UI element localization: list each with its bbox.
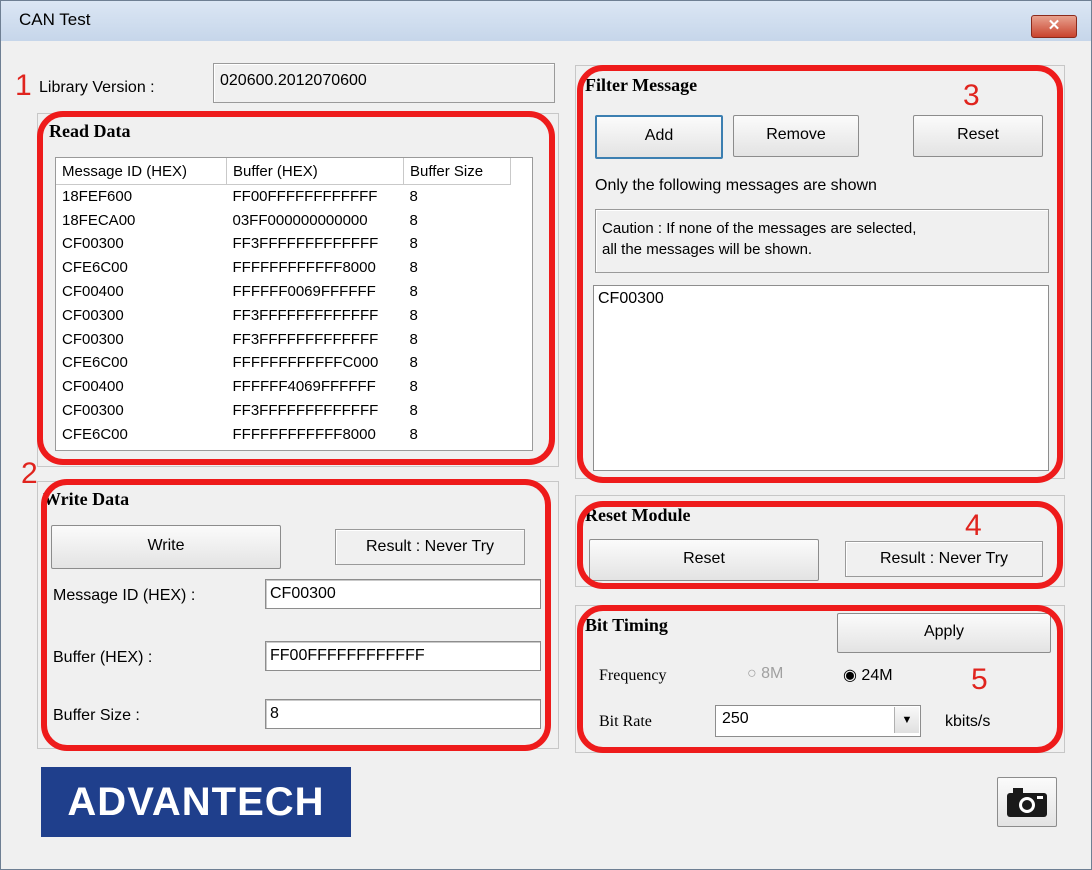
camera-button[interactable] <box>997 777 1057 827</box>
annotation-box-3 <box>577 65 1063 483</box>
library-version-label: Library Version : <box>39 79 155 96</box>
annotation-number-1: 1 <box>15 69 32 102</box>
annotation-box-1 <box>37 111 555 465</box>
annotation-box-2 <box>41 479 551 751</box>
camera-icon <box>1007 788 1047 817</box>
can-test-window: CAN Test ✕ 1 Library Version : 020600.20… <box>0 0 1092 870</box>
advantech-logo: ADVANTECH <box>41 767 351 837</box>
annotation-box-4 <box>577 501 1063 589</box>
library-version-field: 020600.2012070600 <box>213 63 555 103</box>
window-title: CAN Test <box>19 10 91 29</box>
annotation-box-5 <box>577 605 1063 753</box>
title-bar: CAN Test ✕ <box>1 1 1091 41</box>
library-version-value: 020600.2012070600 <box>220 72 367 89</box>
annotation-number-2: 2 <box>21 457 38 490</box>
close-icon[interactable]: ✕ <box>1031 15 1077 38</box>
